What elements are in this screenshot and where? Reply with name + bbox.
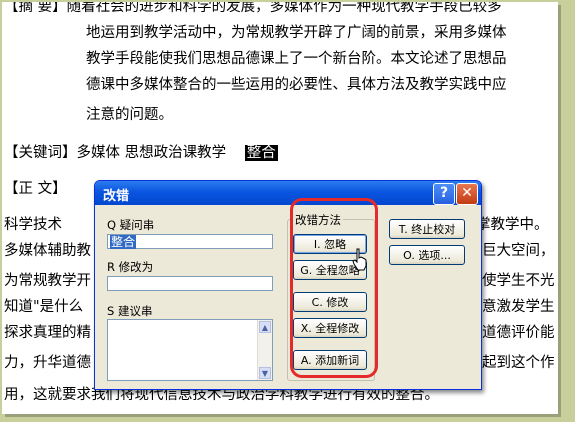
body-line-6a: 力，升华道德 — [4, 355, 91, 371]
correct-field[interactable] — [107, 276, 273, 291]
close-button[interactable]: ✕ — [456, 183, 478, 205]
abstract-line-4: 德课中多媒体整合的一些运用的必要性、具体方法及教学实践中应 — [86, 77, 507, 93]
query-value: 整合 — [110, 235, 137, 249]
abstract-line-2: 地运用到教学活动中，为常规教学开辟了广阔的前景，采用多媒体 — [86, 25, 507, 41]
suggestion-list[interactable]: ▲ ▼ — [107, 319, 273, 381]
query-field[interactable]: 整合 — [107, 234, 273, 249]
red-highlight-annotation — [290, 198, 378, 378]
dialog-titlebar[interactable]: 改错 ? ✕ — [95, 181, 481, 205]
body-line-6b: 起到这个作 — [482, 355, 555, 371]
suggestion-scrollbar[interactable]: ▲ ▼ — [257, 320, 272, 380]
body-line-5b: 道德评价能 — [482, 325, 555, 341]
body-line-3b: 使学生不光 — [482, 273, 555, 289]
abstract-line-1: 【摘 要】随着社会的进步和科学的发展，多媒体作为一种现代教学手段已较多 — [4, 2, 502, 15]
keywords-line: 【关键词】多媒体 思想政治课教学 整合 — [4, 144, 278, 162]
body-line-5a: 探求真理的精 — [4, 325, 91, 341]
query-label: Q 疑问串 — [107, 218, 155, 232]
body-line-2b: 巨大空间， — [482, 243, 555, 259]
correct-label: R 修改为 — [107, 260, 154, 274]
hand-cursor-icon — [352, 248, 367, 271]
options-button[interactable]: O. 选项... — [389, 245, 465, 265]
body-line-1b: 掌教学中。 — [476, 217, 549, 233]
scroll-down-icon[interactable]: ▼ — [259, 367, 271, 379]
correction-dialog: 改错 ? ✕ Q 疑问串 整合 R 修改为 S 建议串 ▲ ▼ 改错方法 I. … — [94, 180, 482, 390]
keywords-text: 【关键词】多媒体 思想政治课教学 — [4, 145, 227, 161]
body-line-4a: 知道"是什么 — [4, 299, 84, 315]
help-button[interactable]: ? — [433, 183, 455, 205]
suggest-label: S 建议串 — [107, 304, 153, 318]
abstract-line-5: 注意的问题。 — [86, 107, 173, 123]
body-line-3a: 为常规教学开 — [4, 273, 91, 289]
scroll-up-icon[interactable]: ▲ — [259, 321, 271, 333]
stop-proofread-button[interactable]: T. 终止校对 — [389, 219, 465, 239]
body-line-2a: 多媒体辅助教 — [4, 243, 91, 259]
body-heading: 【正 文】 — [4, 181, 67, 197]
dialog-title: 改错 — [103, 189, 130, 204]
body-line-1a: 科学技术 — [4, 217, 62, 233]
abstract-line-3: 教学手段能使我们思想品德课上了一个新台阶。本文论述了思想品 — [86, 51, 507, 67]
body-line-4b: 意激发学生 — [482, 299, 555, 315]
highlighted-keyword[interactable]: 整合 — [244, 145, 278, 161]
